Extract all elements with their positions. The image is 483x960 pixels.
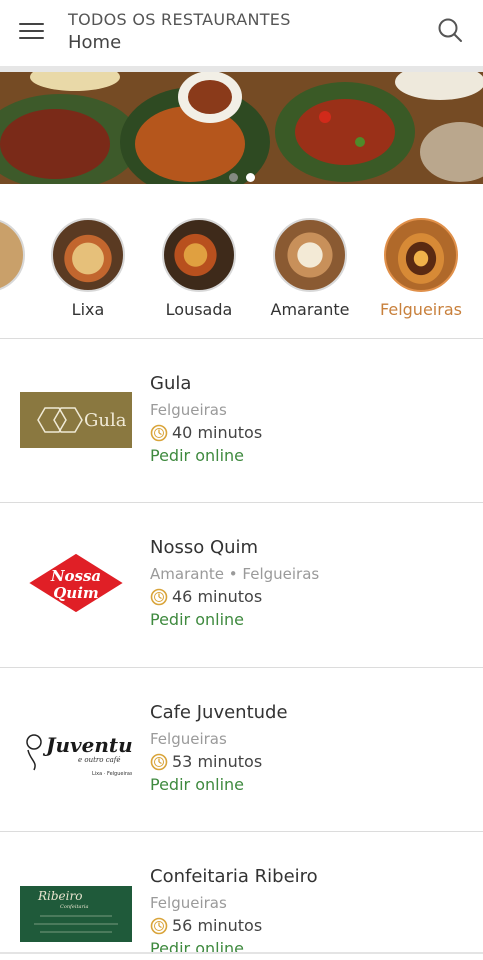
location-item-lousada[interactable]: Lousada xyxy=(149,218,249,319)
delivery-time-text: 53 minutos xyxy=(172,752,263,771)
logo-text: Gula xyxy=(84,410,127,431)
clock-icon xyxy=(150,588,168,605)
svg-text:Nossa: Nossa xyxy=(50,567,101,585)
restaurant-name: Gula xyxy=(150,373,192,394)
bottom-edge xyxy=(0,952,483,954)
clock-icon xyxy=(150,424,168,441)
svg-text:Lixa · Felgueiras: Lixa · Felgueiras xyxy=(92,771,132,777)
svg-text:Confeitaria: Confeitaria xyxy=(60,904,88,910)
app-header: TODOS OS RESTAURANTES Home xyxy=(0,0,483,66)
restaurant-area: Felgueiras xyxy=(150,401,227,419)
restaurant-logo: Nossa Quim xyxy=(26,552,126,614)
delivery-time: 56 minutos xyxy=(150,916,262,935)
carousel-dot-active[interactable] xyxy=(245,173,255,182)
hamburger-menu-icon[interactable] xyxy=(19,21,45,41)
location-item-amarante[interactable]: Amarante xyxy=(260,218,360,319)
restaurant-card-confeitaria-ribeiro[interactable]: Ribeiro Confeitaria Confeitaria Ribeiro … xyxy=(0,832,483,952)
delivery-time-text: 56 minutos xyxy=(172,916,263,935)
location-image xyxy=(162,218,236,292)
order-online-link[interactable]: Pedir online xyxy=(150,446,244,465)
clock-icon xyxy=(150,917,168,934)
location-label: Amarante xyxy=(270,300,350,319)
location-label: s xyxy=(0,300,38,319)
svg-text:Quim: Quim xyxy=(53,584,99,602)
svg-text:Juventude: Juventude xyxy=(42,733,132,757)
location-label: Lousada xyxy=(165,300,233,319)
restaurant-name: Cafe Juventude xyxy=(150,702,288,723)
clock-icon xyxy=(150,753,168,770)
location-image xyxy=(51,218,125,292)
delivery-time: 40 minutos xyxy=(150,423,262,442)
header-subtitle: Home xyxy=(68,32,122,53)
restaurant-name: Confeitaria Ribeiro xyxy=(150,866,318,887)
delivery-time-text: 46 minutos xyxy=(172,587,263,606)
restaurant-card-cafe-juventude[interactable]: Juventude e outro café Lixa · Felgueiras… xyxy=(0,668,483,832)
location-item-partial[interactable]: s xyxy=(0,218,38,319)
delivery-time: 53 minutos xyxy=(150,752,262,771)
restaurant-card-nosso-quim[interactable]: Nossa Quim Nosso Quim Amarante • Felguei… xyxy=(0,503,483,667)
restaurant-logo: Ribeiro Confeitaria xyxy=(20,886,132,942)
location-label: Felgueiras xyxy=(380,300,462,319)
order-online-link[interactable]: Pedir online xyxy=(150,939,244,952)
header-title: TODOS OS RESTAURANTES xyxy=(68,10,291,29)
restaurant-logo: Gula xyxy=(20,392,132,448)
restaurant-name: Nosso Quim xyxy=(150,537,259,558)
location-image xyxy=(384,218,458,292)
restaurant-area: Felgueiras xyxy=(150,730,227,748)
restaurant-area: Felgueiras xyxy=(150,894,227,912)
order-online-link[interactable]: Pedir online xyxy=(150,775,244,794)
carousel-indicator xyxy=(0,173,483,182)
delivery-time: 46 minutos xyxy=(150,587,262,606)
restaurant-card-gula[interactable]: Gula Gula Felgueiras 40 minutos Pedir on… xyxy=(0,339,483,503)
svg-text:e outro café: e outro café xyxy=(78,756,121,764)
search-icon[interactable] xyxy=(437,17,463,43)
food-banner-carousel[interactable] xyxy=(0,72,483,184)
delivery-time-text: 40 minutos xyxy=(172,423,263,442)
location-filter-strip: s Lixa Lousada Amarante Felgueiras xyxy=(0,208,483,338)
location-item-felgueiras[interactable]: Felgueiras xyxy=(371,218,471,319)
restaurant-logo: Juventude e outro café Lixa · Felgueiras xyxy=(20,722,132,782)
location-image xyxy=(273,218,347,292)
svg-text:Ribeiro: Ribeiro xyxy=(37,889,82,903)
order-online-link[interactable]: Pedir online xyxy=(150,610,244,629)
location-image xyxy=(0,218,25,292)
location-item-lixa[interactable]: Lixa xyxy=(38,218,138,319)
banner-food-image xyxy=(0,72,483,184)
carousel-dot[interactable] xyxy=(228,173,238,182)
location-label: Lixa xyxy=(71,300,105,319)
restaurant-area: Amarante • Felgueiras xyxy=(150,565,320,583)
